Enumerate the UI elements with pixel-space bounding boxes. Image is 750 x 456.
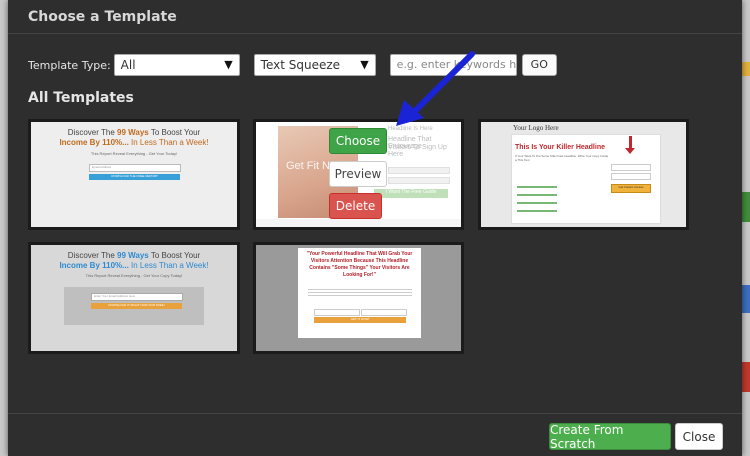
template-headline: Discover The 99 Ways To Boost Your (67, 128, 201, 137)
dropdown-arrow-icon: ▼ (224, 58, 233, 71)
preview-button[interactable]: Preview (329, 161, 387, 187)
modal-footer: Create From Scratch Close (8, 413, 742, 456)
template-cta-button: GET IT NOW! (314, 317, 406, 323)
template-field (388, 167, 450, 174)
modal-header: Choose a Template (8, 0, 742, 34)
template-cta-button: DOWNLOAD THE FREE REPORT (89, 174, 180, 180)
template-cta-button: DOWNLOAD IT RIGHT NOW FOR FREE! (91, 303, 182, 309)
dropdown-arrow-icon: ▼ (360, 58, 369, 71)
template-logo: Your Logo Here (513, 124, 559, 132)
template-title-2: Visitors To Sign Up Here (388, 144, 447, 158)
go-button[interactable]: GO (521, 54, 557, 76)
template-subtext: This Report Reveal Everything - Get Your… (90, 151, 178, 156)
template-type-label: Template Type: (28, 58, 111, 72)
template-category-value: Text Squeeze (260, 58, 341, 72)
background-accent-red (742, 362, 750, 392)
template-category-select[interactable]: Text Squeeze ▼ (253, 54, 376, 76)
template-modal: Choose a Template Template Type: All ▼ T… (8, 0, 742, 456)
template-headline: "Your Powerful Headline That Will Grab Y… (306, 251, 413, 278)
template-field (388, 177, 450, 184)
template-field (314, 309, 360, 316)
delete-button[interactable]: Delete (329, 193, 382, 219)
template-type-value: All (120, 58, 136, 72)
template-thumbnail[interactable]: Discover The 99 Ways To Boost Your Incom… (28, 242, 240, 354)
template-field (361, 309, 407, 316)
close-button[interactable]: Close (675, 423, 723, 450)
template-headline: Discover The 99 Ways To Boost Your (67, 251, 201, 260)
template-cta-button: I Want The Free Guide (374, 189, 448, 198)
create-from-scratch-button[interactable]: Create From Scratch (549, 423, 671, 451)
template-field (611, 173, 651, 180)
background-accent-green (742, 192, 750, 222)
template-footer-band (256, 219, 461, 227)
template-checklist (517, 182, 557, 212)
template-subtext: This Report Reveal Everything - Get Your… (85, 273, 183, 278)
choose-button[interactable]: Choose (329, 128, 387, 154)
background-accent-blue (742, 285, 750, 313)
template-headline-2: Income By 110%... In Less Than a Week! (59, 138, 209, 147)
template-headline-2: Income By 110%... In Less Than a Week! (59, 261, 209, 270)
template-type-select[interactable]: All ▼ (113, 54, 240, 76)
template-thumbnail[interactable]: "Your Powerful Headline That Will Grab Y… (253, 242, 464, 354)
template-thumbnail[interactable]: Discover The 99 Ways To Boost Your Incom… (28, 119, 240, 230)
template-subtext: If Your Want To Put Some Killer Fast Hea… (515, 154, 609, 162)
template-email-field: Email Address (89, 164, 181, 172)
modal-title: Choose a Template (28, 8, 177, 25)
annotation-arrow-icon (396, 51, 475, 126)
template-field (611, 164, 651, 171)
template-hero-text: Get Fit N (286, 160, 331, 172)
template-thumbnail[interactable]: Your Logo Here This Is Your Killer Headl… (478, 119, 689, 230)
down-arrow-icon-head (625, 148, 635, 154)
template-body-text (308, 287, 412, 297)
template-headline: This Is Your Killer Headline (515, 144, 605, 151)
background-accent-yellow (742, 62, 750, 76)
template-email-field: Enter Your Email Address Here (91, 293, 183, 301)
section-title: All Templates (28, 90, 134, 106)
template-cta-button: Get Instant Access (611, 184, 651, 193)
